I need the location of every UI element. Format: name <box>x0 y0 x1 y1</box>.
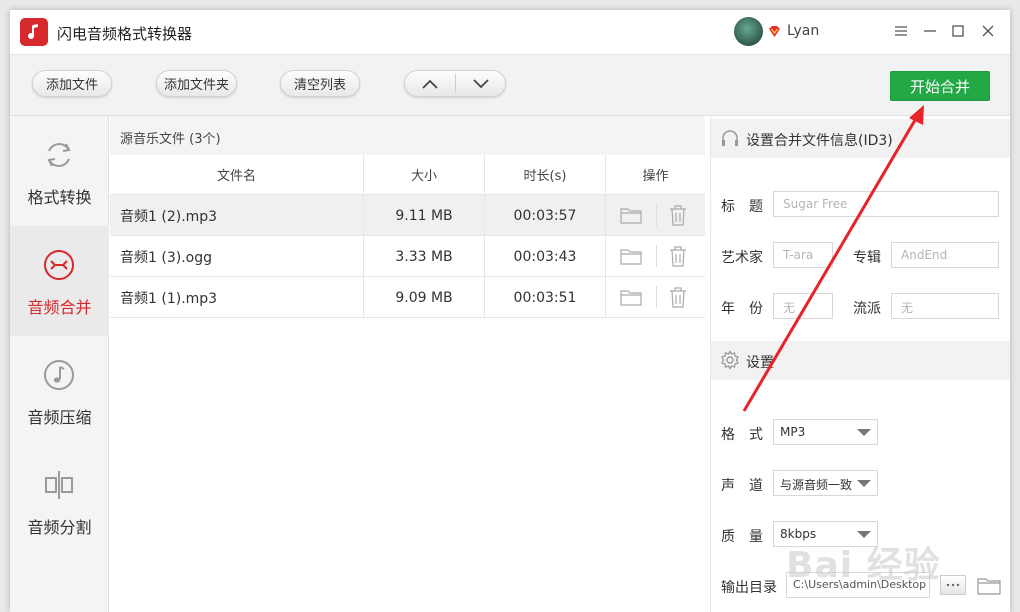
app-window: 闪电音频格式转换器 Lyan 添加文件 添加文件夹 清空列表 开始合并 格式转换… <box>10 10 1010 612</box>
annotation-arrow <box>742 105 924 412</box>
